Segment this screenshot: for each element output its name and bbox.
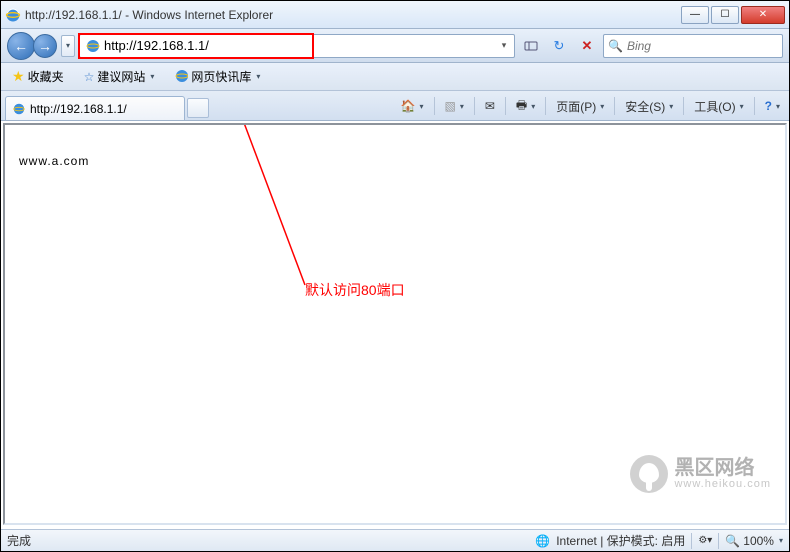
separator <box>434 97 435 115</box>
command-bar: 🏠▾ ▧▾ ✉ 🖶▾ 页面(P)▾ 安全(S)▾ 工具(O)▾ ?▾ <box>396 95 785 120</box>
forward-button[interactable]: → <box>33 34 57 58</box>
print-icon: 🖶 <box>516 96 527 117</box>
separator <box>474 97 475 115</box>
watermark-icon <box>630 455 668 493</box>
search-input[interactable] <box>627 39 784 53</box>
print-button[interactable]: 🖶▾ <box>511 95 540 117</box>
home-icon: 🏠 <box>401 99 416 113</box>
separator <box>614 97 615 115</box>
search-box[interactable]: 🔍 <box>603 34 783 58</box>
tab-title: http://192.168.1.1/ <box>30 102 178 116</box>
tab-bar: http://192.168.1.1/ 🏠▾ ▧▾ ✉ 🖶▾ 页面(P)▾ 安全… <box>1 91 789 121</box>
ie-icon <box>5 7 21 23</box>
separator <box>754 97 755 115</box>
ie-icon <box>12 102 26 116</box>
suggested-sites-button[interactable]: ☆ 建议网站 ▾ <box>79 65 160 88</box>
status-text: 完成 <box>7 532 31 549</box>
refresh-button[interactable]: ↻ <box>547 35 571 57</box>
separator <box>545 97 546 115</box>
internet-icon: 🌐 <box>535 534 550 548</box>
favorites-button[interactable]: ★ 收藏夹 <box>7 65 69 88</box>
page-body: www.a.com <box>5 125 785 192</box>
separator <box>683 97 684 115</box>
zoom-value: 100% <box>743 534 774 548</box>
back-button[interactable]: ← <box>7 32 35 60</box>
slice-label: 网页快讯库 <box>191 68 251 85</box>
chevron-down-icon: ▾ <box>150 72 154 81</box>
new-tab-button[interactable] <box>187 98 209 118</box>
zoom-control[interactable]: 🔍 100% ▾ <box>725 534 783 548</box>
browser-tab[interactable]: http://192.168.1.1/ <box>5 96 185 120</box>
navigation-bar: ← → ▾ ▾ ↻ ✕ 🔍 <box>1 29 789 63</box>
window-title: http://192.168.1.1/ - Windows Internet E… <box>25 8 681 22</box>
window-controls: — ☐ ✕ <box>681 6 785 24</box>
mail-icon: ✉ <box>485 99 495 113</box>
annotation-text: 默认访问80端口 <box>305 280 405 300</box>
status-bar: 完成 🌐 Internet | 保护模式: 启用 ⚙▾ 🔍 100% ▾ <box>1 529 789 551</box>
safety-menu[interactable]: 安全(S)▾ <box>620 95 678 117</box>
watermark-text-en: www.heikou.com <box>674 478 771 490</box>
viewport: www.a.com 默认访问80端口 黑区网络 www.heikou.com <box>3 123 787 525</box>
page-icon <box>85 38 101 54</box>
web-slice-button[interactable]: 网页快讯库 ▾ <box>169 65 265 88</box>
favorites-label: 收藏夹 <box>28 68 64 85</box>
separator <box>505 97 506 115</box>
slice-icon <box>174 68 188 85</box>
address-input[interactable] <box>104 38 496 53</box>
stop-button[interactable]: ✕ <box>575 35 599 57</box>
watermark: 黑区网络 www.heikou.com <box>630 455 771 493</box>
suggested-label: 建议网站 <box>97 68 145 85</box>
mail-button[interactable]: ✉ <box>480 95 500 117</box>
page-heading: www.a.com <box>19 154 89 168</box>
nav-history-dropdown[interactable]: ▾ <box>61 35 75 57</box>
compat-view-button[interactable] <box>519 35 543 57</box>
protected-mode-icon[interactable]: ⚙▾ <box>698 535 712 546</box>
minimize-button[interactable]: — <box>681 6 709 24</box>
address-dropdown[interactable]: ▾ <box>496 40 512 51</box>
favorites-bar: ★ 收藏夹 ☆ 建议网站 ▾ 网页快讯库 ▾ <box>1 63 789 91</box>
title-bar: http://192.168.1.1/ - Windows Internet E… <box>1 1 789 29</box>
security-zone: Internet | 保护模式: 启用 <box>556 532 685 549</box>
chevron-down-icon: ▾ <box>256 72 260 81</box>
rss-icon: ▧ <box>445 99 456 113</box>
help-button[interactable]: ?▾ <box>760 95 785 117</box>
home-button[interactable]: 🏠▾ <box>396 95 429 117</box>
help-icon: ? <box>765 99 772 113</box>
close-button[interactable]: ✕ <box>741 6 785 24</box>
zoom-icon: 🔍 <box>725 534 740 548</box>
address-bar[interactable]: ▾ <box>79 34 515 58</box>
star-icon: ★ <box>12 68 25 85</box>
page-menu[interactable]: 页面(P)▾ <box>551 95 609 117</box>
feeds-button[interactable]: ▧▾ <box>440 95 469 117</box>
tools-menu[interactable]: 工具(O)▾ <box>689 95 748 117</box>
watermark-text-cn: 黑区网络 <box>674 458 771 478</box>
suggested-icon: ☆ <box>84 70 95 84</box>
search-icon: 🔍 <box>608 39 623 53</box>
maximize-button[interactable]: ☐ <box>711 6 739 24</box>
